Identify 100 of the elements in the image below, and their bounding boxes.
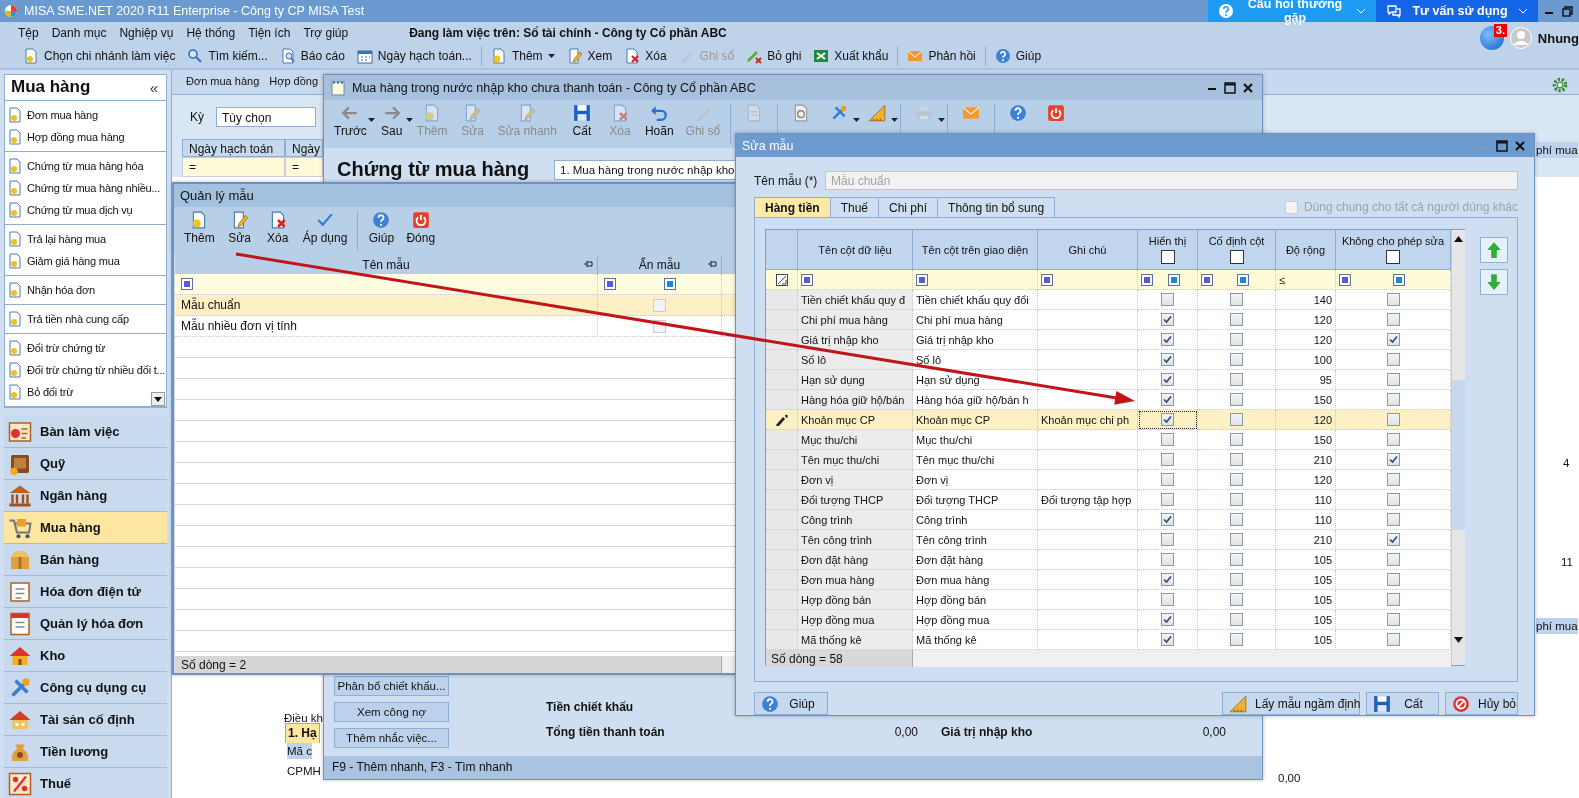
checkbox[interactable] bbox=[1386, 393, 1400, 406]
checkbox[interactable] bbox=[1386, 313, 1400, 326]
restore-icon[interactable] bbox=[1562, 5, 1573, 17]
tab[interactable]: Chi phí bbox=[878, 197, 939, 217]
toolbar-button[interactable]: Cất bbox=[562, 104, 601, 144]
checkbox[interactable] bbox=[1386, 473, 1400, 486]
table-row[interactable]: Hợp đồng bán Hợp đồng bán 105 bbox=[766, 590, 1451, 610]
sidebar-item[interactable]: Hợp đồng mua hàng bbox=[5, 125, 166, 148]
tab[interactable]: Thông tin bổ sung bbox=[937, 197, 1056, 217]
toolbar-button[interactable]: Hoãn bbox=[638, 104, 680, 144]
close-icon[interactable] bbox=[1242, 81, 1254, 94]
maximize-icon[interactable] bbox=[1496, 139, 1508, 152]
toolbar-button[interactable]: Trước bbox=[328, 104, 373, 144]
table-row[interactable]: Khoản mục CP Khoản mục CP Khoản mục chi ph 120 bbox=[766, 410, 1451, 430]
checkbox[interactable] bbox=[1386, 250, 1400, 264]
table-row[interactable]: Tên mục thu/chi Tên mục thu/chi 210 bbox=[766, 450, 1451, 470]
checkbox[interactable] bbox=[1230, 493, 1243, 506]
checkbox[interactable] bbox=[1161, 333, 1174, 346]
module-button[interactable]: Quỹ bbox=[4, 448, 167, 480]
toolbar-button[interactable]: Đóng bbox=[400, 211, 442, 251]
sidebar-item[interactable]: Nhận hóa đơn bbox=[5, 278, 166, 301]
checkbox[interactable] bbox=[1230, 433, 1243, 446]
toolbar-button[interactable]: Xóa bbox=[258, 211, 297, 251]
table-row[interactable]: Chi phí mua hàng Chi phí mua hàng 120 bbox=[766, 310, 1451, 330]
checkbox[interactable] bbox=[1230, 293, 1243, 306]
checkbox[interactable] bbox=[1230, 333, 1243, 346]
checkbox[interactable] bbox=[1161, 593, 1174, 606]
table-row[interactable]: Đơn vị Đơn vị 120 bbox=[766, 470, 1451, 490]
filter-icon[interactable] bbox=[604, 278, 616, 290]
table-row[interactable]: Tên công trình Tên công trình 210 bbox=[766, 530, 1451, 550]
pin-icon[interactable] bbox=[583, 259, 593, 269]
filter-icon[interactable] bbox=[181, 278, 193, 290]
checkbox[interactable] bbox=[1230, 573, 1243, 586]
filter-cell[interactable] bbox=[1336, 270, 1451, 290]
tab[interactable]: Hợp đồng bbox=[269, 75, 319, 94]
filter-icon[interactable] bbox=[1236, 273, 1249, 286]
menu-item[interactable]: Danh mục bbox=[51, 26, 107, 40]
module-button[interactable]: Mua hàng bbox=[4, 512, 167, 544]
sidebar-item[interactable]: Chứng từ mua hàng hóa bbox=[5, 154, 166, 177]
checkbox[interactable] bbox=[1230, 373, 1243, 386]
dialog-button[interactable]: Cất bbox=[1366, 692, 1439, 715]
close-icon[interactable] bbox=[1514, 139, 1526, 152]
checkbox[interactable] bbox=[1230, 513, 1243, 526]
toolbar-button[interactable]: Phản hồi bbox=[902, 46, 981, 66]
table-row[interactable]: Giá trị nhập kho Giá trị nhập kho 120 bbox=[766, 330, 1451, 350]
toolbar-button[interactable]: Chọn chi nhánh làm việc bbox=[18, 46, 181, 66]
menu-item[interactable]: Trợ giúp bbox=[303, 26, 349, 40]
checkbox[interactable] bbox=[1161, 433, 1174, 446]
toolbar-button[interactable]: Thêm bbox=[485, 46, 560, 66]
table-row[interactable]: Đối tượng THCP Đối tượng THCP Đối tượng tập hợp 110 bbox=[766, 490, 1451, 510]
user-name[interactable]: Nhung bbox=[1537, 30, 1579, 46]
checkbox[interactable] bbox=[1161, 453, 1174, 466]
checkbox[interactable] bbox=[1161, 393, 1174, 406]
dialog-button[interactable]: Hủy bỏ bbox=[1445, 692, 1518, 715]
checkbox[interactable] bbox=[1230, 473, 1243, 486]
checkbox[interactable] bbox=[1386, 333, 1400, 346]
checkbox[interactable] bbox=[1386, 373, 1400, 386]
checkbox[interactable] bbox=[1230, 553, 1243, 566]
tab[interactable]: Hàng tiền bbox=[754, 197, 831, 217]
filter-icon[interactable] bbox=[916, 273, 928, 286]
filter-cell[interactable] bbox=[913, 270, 1038, 290]
sidebar-item[interactable]: Trả lại hàng mua bbox=[5, 227, 166, 250]
toolbar-button[interactable]: Tìm kiếm... bbox=[182, 46, 273, 66]
module-button[interactable]: Bán hàng bbox=[4, 544, 167, 576]
column-header[interactable]: Ngày bbox=[285, 139, 323, 157]
scroll-down-icon[interactable] bbox=[1454, 637, 1463, 643]
checkbox[interactable] bbox=[1161, 613, 1174, 626]
sidebar-item[interactable]: Đơn mua hàng bbox=[5, 103, 166, 126]
checkbox[interactable] bbox=[1161, 533, 1174, 546]
action-button[interactable]: Xem công nợ bbox=[334, 702, 449, 722]
checkbox[interactable] bbox=[1161, 573, 1174, 586]
toolbar-button[interactable]: Bỏ ghi bbox=[741, 46, 807, 66]
collapse-button[interactable]: « bbox=[149, 78, 158, 96]
checkbox[interactable] bbox=[1230, 393, 1243, 406]
toolbar-button[interactable]: Ngày hạch toán... bbox=[351, 46, 477, 66]
table-row[interactable]: Mục thu/chi Mục thu/chi 150 bbox=[766, 430, 1451, 450]
table-row[interactable]: Đơn đặt hàng Đơn đặt hàng 105 bbox=[766, 550, 1451, 570]
checkbox[interactable] bbox=[1161, 373, 1174, 386]
move-down-button[interactable] bbox=[1480, 269, 1508, 295]
checkbox[interactable] bbox=[1386, 513, 1400, 526]
checkbox[interactable] bbox=[1386, 593, 1400, 606]
module-button[interactable]: Quản lý hóa đơn bbox=[4, 608, 167, 640]
checkbox[interactable] bbox=[1230, 353, 1243, 366]
module-button[interactable]: Thuế bbox=[4, 768, 167, 798]
sidebar-item[interactable]: Chứng từ mua hàng nhiều... bbox=[5, 176, 166, 199]
toolbar-button[interactable]: Giúp bbox=[989, 46, 1047, 66]
tab[interactable]: Đơn mua hàng bbox=[186, 75, 260, 94]
toolbar-button[interactable]: Áp dụng bbox=[296, 211, 354, 251]
menu-item[interactable]: Hệ thống bbox=[186, 26, 236, 40]
toolbar-button[interactable]: Xem bbox=[561, 46, 618, 66]
checkbox[interactable] bbox=[1386, 493, 1400, 506]
checkbox[interactable] bbox=[1161, 293, 1174, 306]
filter-cell[interactable]: = bbox=[285, 157, 323, 177]
table-row[interactable]: Đơn mua hàng Đơn mua hàng 105 bbox=[766, 570, 1451, 590]
checkbox[interactable] bbox=[1230, 453, 1243, 466]
toolbar-button[interactable]: Xuất khẩu bbox=[808, 46, 894, 66]
scroll-up-icon[interactable] bbox=[1454, 236, 1463, 242]
filter-cell[interactable] bbox=[1138, 270, 1198, 290]
dialog-button[interactable]: Giúp bbox=[754, 692, 828, 715]
toolbar-button[interactable]: Giúp bbox=[362, 211, 401, 251]
